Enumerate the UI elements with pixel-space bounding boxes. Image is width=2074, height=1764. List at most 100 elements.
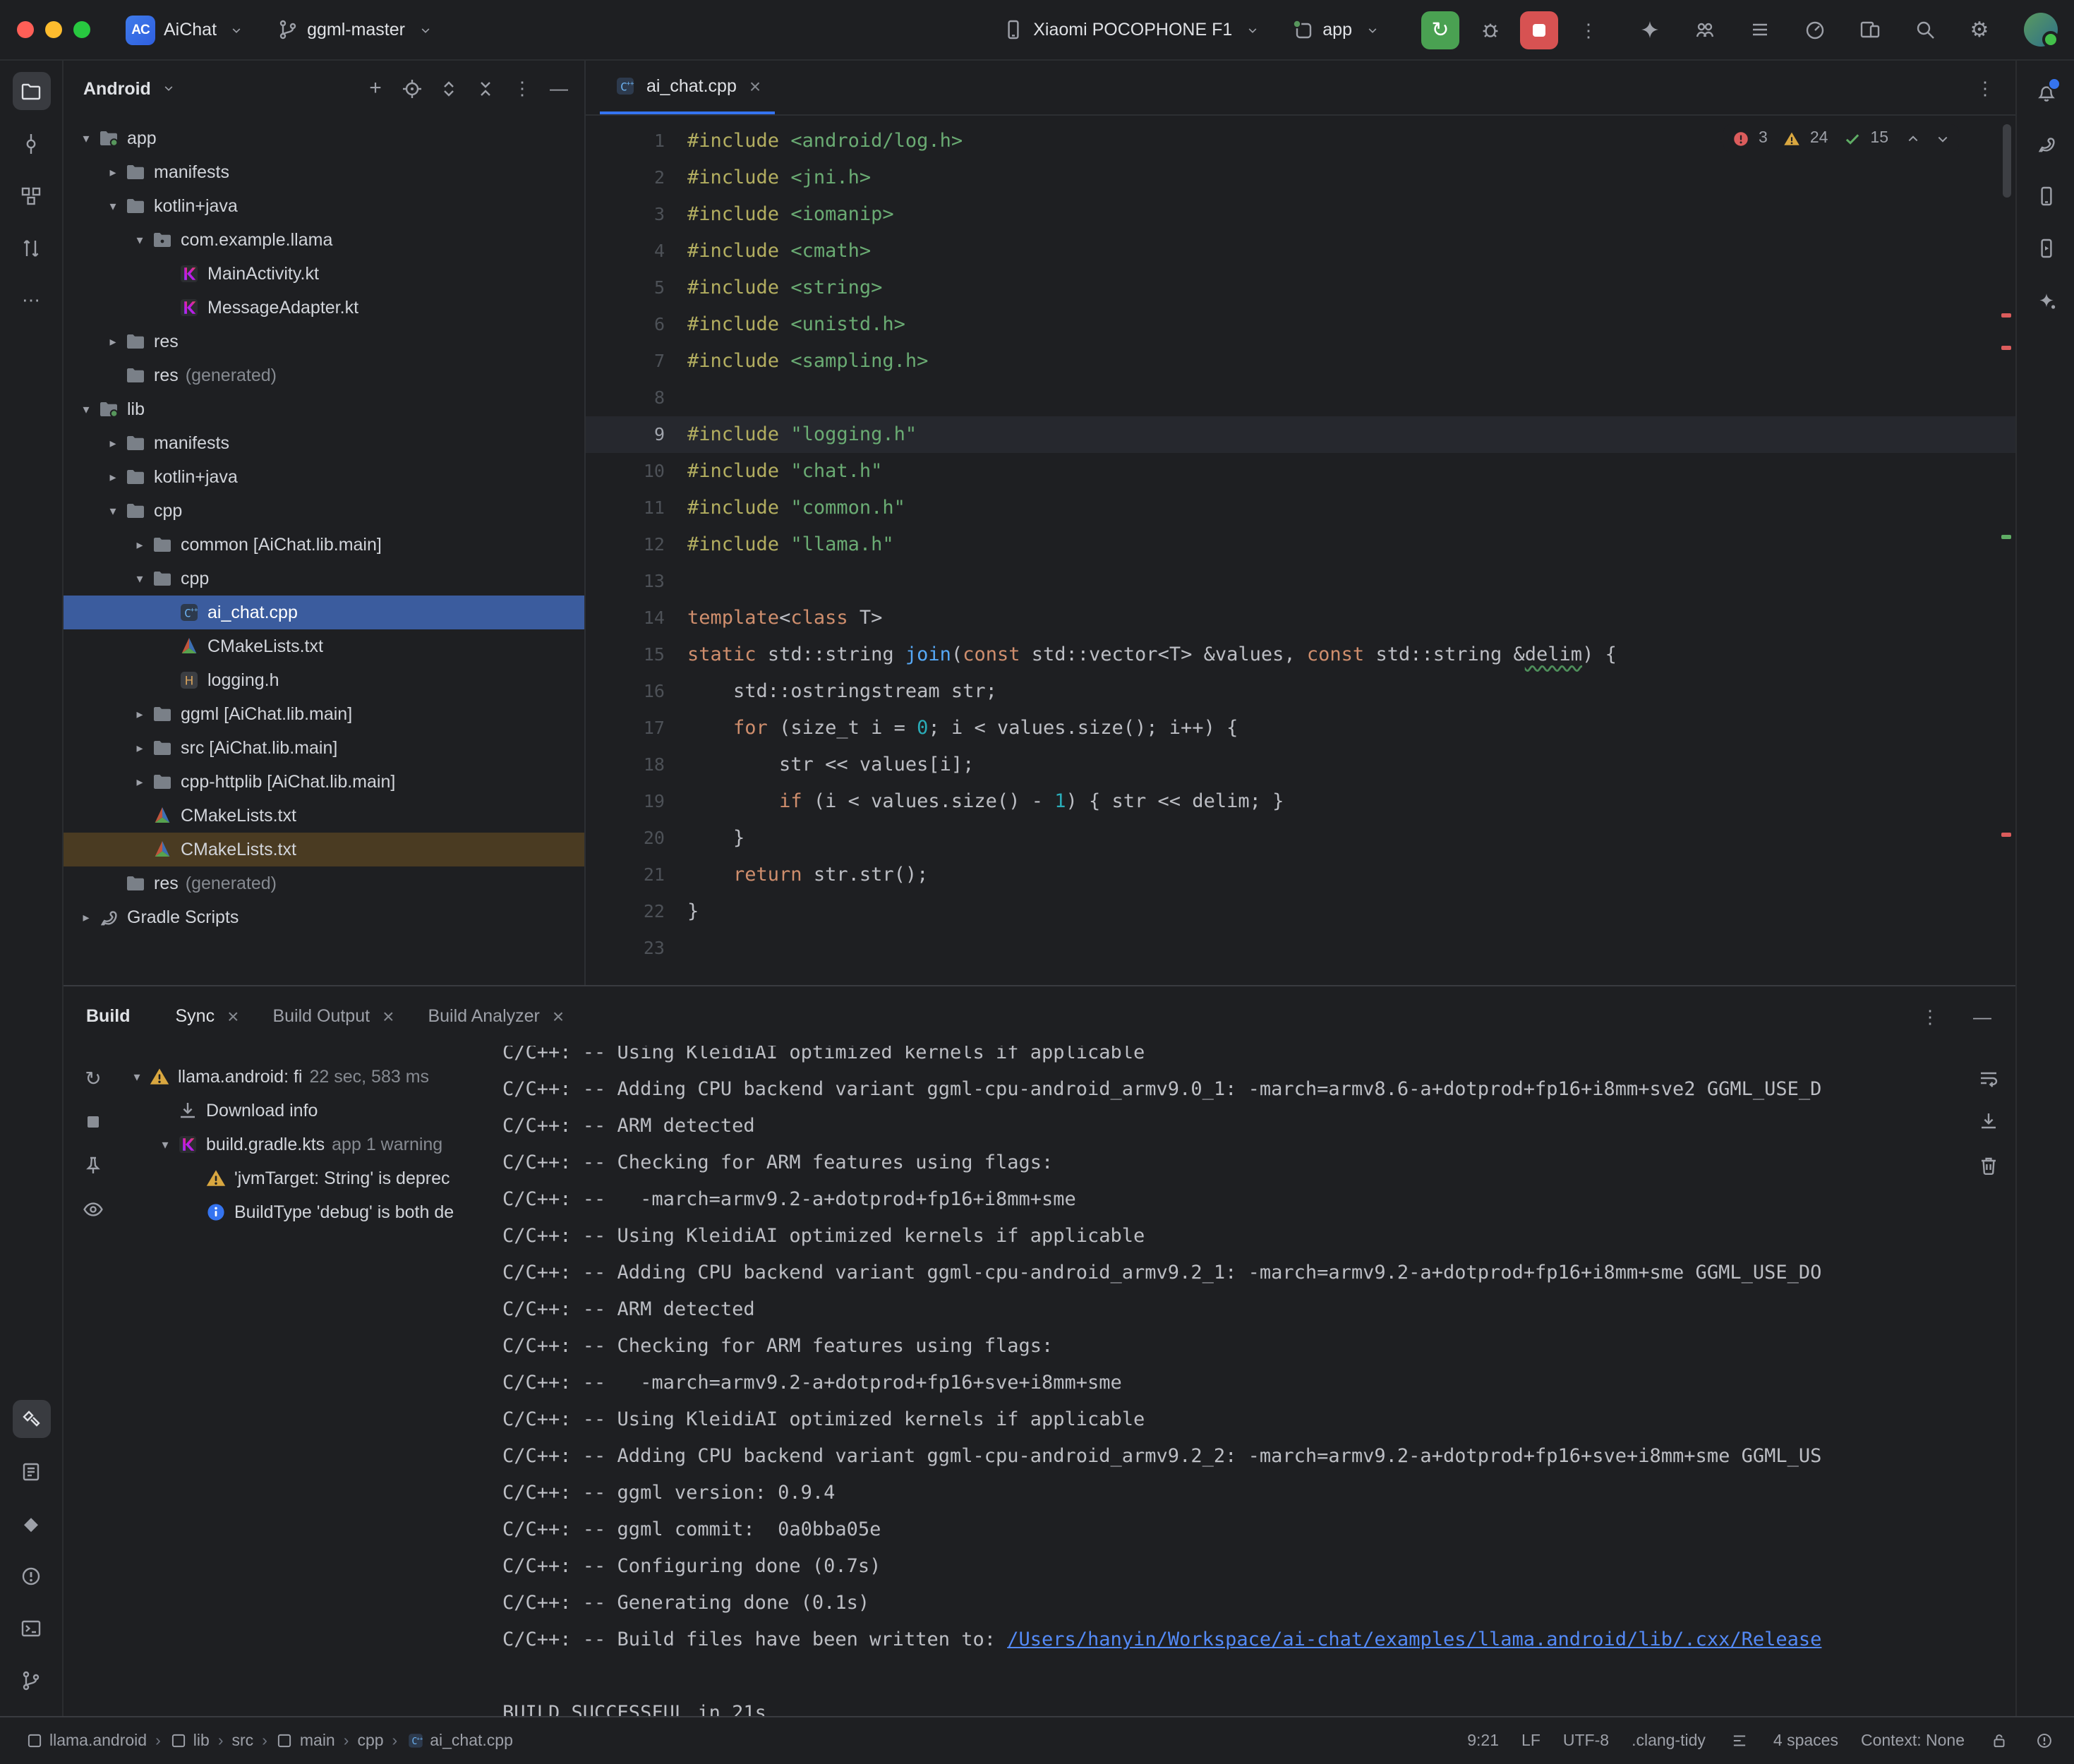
lock-icon[interactable] bbox=[1987, 1729, 2010, 1752]
project-tree-item[interactable]: ▸common [AiChat.lib.main] bbox=[64, 528, 584, 562]
chevron-expanded-icon[interactable]: ▾ bbox=[126, 1069, 148, 1085]
inspections-status-icon[interactable] bbox=[2032, 1729, 2055, 1752]
gemini-icon[interactable] bbox=[1630, 11, 1668, 49]
gradle-icon[interactable] bbox=[2027, 124, 2065, 162]
project-tree-item[interactable]: ▾app bbox=[64, 121, 584, 155]
build-options-button[interactable]: ⋮ bbox=[1911, 997, 1949, 1035]
build-tree-item[interactable]: ▾llama.android: fi22 sec, 583 ms bbox=[126, 1060, 549, 1094]
project-tree-item[interactable]: CMakeLists.txt bbox=[64, 833, 584, 866]
logcat-icon[interactable] bbox=[12, 1452, 50, 1490]
clang-tidy-widget[interactable]: .clang-tidy bbox=[1632, 1732, 1706, 1749]
chevron-collapsed-icon[interactable]: ▸ bbox=[128, 774, 151, 790]
breadcrumb-item[interactable]: main bbox=[276, 1732, 335, 1750]
project-tree-item[interactable]: ▸res bbox=[64, 325, 584, 358]
run-config-selector[interactable]: app bbox=[1282, 13, 1393, 47]
project-tree-item[interactable]: ▾com.example.llama bbox=[64, 223, 584, 257]
chevron-collapsed-icon[interactable]: ▸ bbox=[102, 469, 124, 485]
chevron-collapsed-icon[interactable]: ▸ bbox=[128, 740, 151, 756]
chevron-collapsed-icon[interactable]: ▸ bbox=[102, 435, 124, 451]
build-icon[interactable] bbox=[12, 1400, 50, 1438]
next-problem-icon[interactable] bbox=[1931, 127, 1953, 150]
error-stripe-mark[interactable] bbox=[2001, 833, 2011, 837]
expand-all-icon[interactable] bbox=[432, 71, 466, 105]
assistant-icon[interactable] bbox=[2027, 281, 2065, 319]
hide-build-panel-button[interactable]: — bbox=[1963, 997, 2001, 1035]
editor-options-button[interactable]: ⋮ bbox=[1966, 68, 2004, 107]
profiler-icon[interactable] bbox=[1795, 11, 1833, 49]
build-tab-build-output[interactable]: Build Output× bbox=[261, 986, 405, 1046]
chevron-expanded-icon[interactable]: ▾ bbox=[128, 232, 151, 248]
device-selector[interactable]: Xiaomi POCOPHONE F1 bbox=[992, 13, 1273, 47]
project-tree-item[interactable]: res(generated) bbox=[64, 358, 584, 392]
project-widget[interactable]: AC AiChat bbox=[116, 9, 258, 50]
chevron-collapsed-icon[interactable]: ▸ bbox=[128, 706, 151, 722]
project-icon[interactable] bbox=[12, 72, 50, 110]
project-view-selector[interactable]: Android bbox=[83, 77, 181, 99]
code-with-me-icon[interactable] bbox=[1685, 11, 1723, 49]
search-icon[interactable] bbox=[1905, 11, 1943, 49]
chevron-expanded-icon[interactable]: ▾ bbox=[154, 1137, 176, 1152]
pin-icon[interactable] bbox=[78, 1150, 109, 1181]
app-insights-icon[interactable]: ◆ bbox=[12, 1504, 50, 1542]
vcs-branch-widget[interactable]: ggml-master bbox=[266, 13, 446, 47]
locate-icon[interactable] bbox=[395, 71, 429, 105]
device-manager-icon[interactable] bbox=[2027, 176, 2065, 215]
running-devices-icon[interactable] bbox=[2027, 229, 2065, 267]
debug-button[interactable] bbox=[1471, 11, 1509, 49]
encoding-widget[interactable]: UTF-8 bbox=[1563, 1732, 1609, 1749]
inspections-widget[interactable]: 3 24 15 bbox=[1723, 124, 1959, 152]
hide-panel-icon[interactable]: — bbox=[542, 71, 576, 105]
project-tree-item[interactable]: ▸manifests bbox=[64, 155, 584, 189]
build-output-path-link[interactable]: /Users/hanyin/Workspace/ai-chat/examples… bbox=[1007, 1629, 1821, 1651]
chevron-collapsed-icon[interactable]: ▸ bbox=[102, 334, 124, 349]
project-tree-item[interactable]: MessageAdapter.kt bbox=[64, 291, 584, 325]
editor-scrollbar[interactable] bbox=[2003, 124, 2011, 198]
error-stripe-mark[interactable] bbox=[2001, 313, 2011, 318]
chevron-collapsed-icon[interactable]: ▸ bbox=[75, 910, 97, 925]
indent-widget[interactable]: 4 spaces bbox=[1773, 1732, 1838, 1749]
breadcrumb-item[interactable]: llama.android bbox=[25, 1732, 147, 1750]
build-tree-item[interactable]: 'jvmTarget: String' is deprec bbox=[126, 1161, 549, 1195]
breadcrumb-item[interactable]: cpp bbox=[357, 1732, 383, 1749]
project-tree-item[interactable]: ▸cpp-httplib [AiChat.lib.main] bbox=[64, 765, 584, 799]
collapse-all-icon[interactable] bbox=[469, 71, 502, 105]
project-tree-item[interactable]: ▾kotlin+java bbox=[64, 189, 584, 223]
scroll-end-icon[interactable] bbox=[1973, 1106, 2004, 1137]
breadcrumb-item[interactable]: C++ai_chat.cpp bbox=[406, 1732, 513, 1750]
project-tree-item[interactable]: MainActivity.kt bbox=[64, 257, 584, 291]
more-actions-button[interactable]: ⋮ bbox=[1569, 11, 1608, 49]
soft-wrap-icon[interactable] bbox=[1973, 1063, 2004, 1094]
close-window-button[interactable] bbox=[17, 21, 34, 38]
build-tree-item[interactable]: Download info bbox=[126, 1094, 549, 1128]
project-tree-item[interactable]: ▸ggml [AiChat.lib.main] bbox=[64, 697, 584, 731]
line-separator-widget[interactable]: LF bbox=[1521, 1732, 1541, 1749]
add-icon[interactable]: + bbox=[358, 71, 392, 105]
trash-icon[interactable] bbox=[1973, 1150, 2004, 1181]
project-tree-item[interactable]: ▸manifests bbox=[64, 426, 584, 460]
chevron-expanded-icon[interactable]: ▾ bbox=[128, 571, 151, 586]
rerun-button[interactable]: ↻ bbox=[1421, 11, 1459, 49]
project-tree-item[interactable]: C++ai_chat.cpp bbox=[64, 596, 584, 629]
chevron-expanded-icon[interactable]: ▾ bbox=[102, 198, 124, 214]
problems-icon[interactable] bbox=[12, 1557, 50, 1595]
eye-icon[interactable] bbox=[78, 1194, 109, 1225]
change-stripe-mark[interactable] bbox=[2001, 535, 2011, 539]
commit-icon[interactable] bbox=[12, 124, 50, 162]
chevron-expanded-icon[interactable]: ▾ bbox=[102, 503, 124, 519]
project-tree-item[interactable]: ▸Gradle Scripts bbox=[64, 900, 584, 934]
project-tree-item[interactable]: ▾cpp bbox=[64, 494, 584, 528]
code-editor[interactable]: 1#include <android/log.h>2#include <jni.… bbox=[586, 116, 2015, 985]
context-widget[interactable]: Context: None bbox=[1861, 1732, 1965, 1749]
close-icon[interactable]: × bbox=[553, 1006, 564, 1026]
error-stripe-mark[interactable] bbox=[2001, 346, 2011, 350]
prev-problem-icon[interactable] bbox=[1901, 127, 1924, 150]
chevron-expanded-icon[interactable]: ▾ bbox=[75, 401, 97, 417]
project-tree-item[interactable]: ▾lib bbox=[64, 392, 584, 426]
breadcrumb-item[interactable]: src bbox=[232, 1732, 254, 1749]
profile-avatar[interactable] bbox=[2024, 13, 2058, 47]
notifications-icon[interactable] bbox=[2027, 72, 2065, 110]
build-tab-build-analyzer[interactable]: Build Analyzer× bbox=[416, 986, 575, 1046]
close-icon[interactable]: × bbox=[749, 76, 761, 96]
project-tree-item[interactable]: ▾cpp bbox=[64, 562, 584, 596]
editor-tab-ai-chat-cpp[interactable]: C++ ai_chat.cpp × bbox=[600, 61, 775, 114]
